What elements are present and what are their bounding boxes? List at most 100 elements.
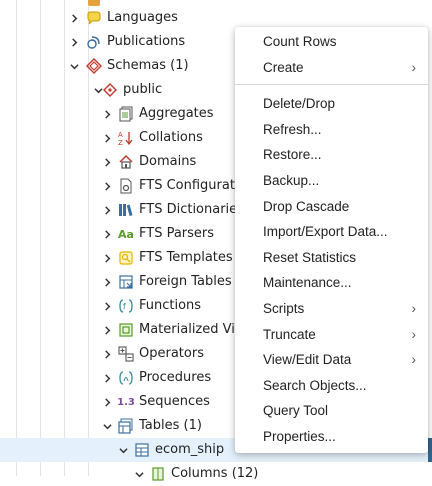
collations-icon: AZ — [118, 130, 134, 146]
context-menu: Count Rows Create › Delete/Drop Refresh..… — [235, 27, 428, 453]
tree-item-columns[interactable]: Columns (12) — [0, 462, 432, 486]
chevron-right-icon[interactable] — [100, 150, 114, 174]
tree-item-label: Aggregates — [139, 106, 214, 121]
menu-item-label: Refresh... — [263, 121, 322, 137]
menu-separator — [235, 84, 428, 86]
menu-item-label: Truncate — [263, 326, 316, 342]
table-icon — [134, 442, 150, 458]
chevron-right-icon[interactable] — [100, 198, 114, 222]
tree-item-label: Schemas (1) — [107, 58, 189, 73]
menu-item-search-objects[interactable]: Search Objects... — [235, 373, 428, 399]
submenu-arrow-icon: › — [411, 352, 417, 368]
domains-icon — [118, 154, 134, 170]
tree-item-label: Procedures — [139, 370, 212, 385]
selection-indicator — [428, 438, 432, 462]
menu-item-label: View/Edit Data — [263, 352, 352, 368]
tree-item-label: FTS Dictionaries — [139, 202, 244, 217]
menu-item-label: Drop Cascade — [263, 198, 350, 214]
menu-item-refresh[interactable]: Refresh... — [235, 117, 428, 143]
chevron-right-icon[interactable] — [67, 6, 81, 30]
tree-item-label: Operators — [139, 346, 204, 361]
tree-item-label: FTS Parsers — [139, 226, 215, 241]
menu-item-drop-cascade[interactable]: Drop Cascade — [235, 194, 428, 220]
procedures-icon — [118, 370, 134, 386]
menu-item-label: Backup... — [263, 172, 320, 188]
menu-item-view-edit-data[interactable]: View/Edit Data › — [235, 347, 428, 373]
schema-icon — [102, 82, 118, 98]
tree-item-label: Languages — [107, 10, 178, 25]
operators-icon — [118, 346, 134, 362]
submenu-arrow-icon: › — [411, 326, 417, 342]
chevron-right-icon[interactable] — [67, 30, 81, 54]
tree-item-label: Publications — [107, 34, 186, 49]
chevron-down-icon[interactable] — [67, 54, 81, 78]
menu-item-label: Create — [263, 59, 304, 75]
tree-item-label: public — [123, 82, 163, 97]
menu-item-query-tool[interactable]: Query Tool — [235, 398, 428, 424]
submenu-arrow-icon: › — [411, 300, 417, 316]
chevron-right-icon[interactable] — [100, 270, 114, 294]
tree-item-label: ecom_ship — [155, 442, 225, 457]
tree-item-label: Foreign Tables — [139, 274, 232, 289]
menu-item-restore[interactable]: Restore... — [235, 142, 428, 168]
menu-item-label: Scripts — [263, 300, 305, 316]
fts-dictionaries-icon — [118, 202, 134, 218]
chevron-right-icon[interactable] — [100, 318, 114, 342]
menu-item-label: Properties... — [263, 428, 336, 444]
menu-item-import-export-data[interactable]: Import/Export Data... — [235, 219, 428, 245]
menu-item-label: Reset Statistics — [263, 249, 357, 265]
tree-item-label: Columns (12) — [171, 466, 259, 481]
fts-parsers-icon: Aa — [118, 227, 134, 241]
tree-item-label: Tables (1) — [139, 418, 202, 433]
foreign-tables-icon — [118, 274, 134, 290]
chevron-right-icon[interactable] — [100, 342, 114, 366]
menu-item-properties[interactable]: Properties... — [235, 424, 428, 450]
chevron-right-icon[interactable] — [100, 294, 114, 318]
menu-item-label: Import/Export Data... — [263, 224, 388, 240]
tree-item-label: Collations — [139, 130, 203, 145]
menu-item-label: Count Rows — [263, 34, 337, 49]
tree-item-label: Functions — [139, 298, 202, 313]
menu-item-backup[interactable]: Backup... — [235, 168, 428, 194]
sequences-icon: 1.3 — [117, 396, 135, 408]
aggregates-icon — [118, 106, 134, 122]
chevron-right-icon[interactable] — [100, 126, 114, 150]
tree-item-label: FTS Templates — [139, 250, 233, 265]
schemas-icon — [86, 58, 102, 74]
tables-icon — [118, 418, 134, 434]
chevron-right-icon[interactable] — [100, 366, 114, 390]
chevron-right-icon[interactable] — [100, 246, 114, 270]
menu-item-label: Delete/Drop — [263, 96, 336, 112]
menu-item-label: Search Objects... — [263, 377, 367, 393]
materialized-views-icon — [118, 322, 134, 338]
fts-configurations-icon — [118, 178, 134, 194]
fts-templates-icon — [118, 250, 134, 266]
chevron-down-icon[interactable] — [116, 438, 130, 462]
menu-item-scripts[interactable]: Scripts › — [235, 296, 428, 322]
chevron-right-icon[interactable] — [100, 174, 114, 198]
svg-text:f: f — [123, 302, 126, 311]
menu-item-label: Restore... — [263, 147, 322, 163]
tree-item-label: Domains — [139, 154, 197, 169]
menu-item-delete-drop[interactable]: Delete/Drop — [235, 91, 428, 117]
submenu-arrow-icon: › — [411, 59, 417, 75]
svg-text:Z: Z — [118, 139, 123, 146]
menu-item-create[interactable]: Create › — [235, 55, 428, 81]
chevron-right-icon[interactable] — [100, 102, 114, 126]
functions-icon: f — [118, 298, 134, 314]
menu-item-maintenance[interactable]: Maintenance... — [235, 270, 428, 296]
menu-item-label: Query Tool — [263, 403, 329, 419]
tree-item-label: Sequences — [139, 394, 210, 409]
chevron-right-icon[interactable] — [100, 222, 114, 246]
chevron-down-icon[interactable] — [132, 462, 146, 486]
svg-text:A: A — [118, 131, 123, 139]
languages-icon — [86, 10, 102, 26]
columns-icon — [150, 466, 166, 482]
menu-item-reset-statistics[interactable]: Reset Statistics — [235, 245, 428, 271]
publications-icon — [86, 34, 102, 50]
menu-item-label: Maintenance... — [263, 275, 352, 291]
chevron-right-icon[interactable] — [100, 390, 114, 414]
menu-item-truncate[interactable]: Truncate › — [235, 322, 428, 348]
chevron-down-icon[interactable] — [100, 414, 114, 438]
menu-item-count-rows[interactable]: Count Rows — [235, 29, 428, 55]
